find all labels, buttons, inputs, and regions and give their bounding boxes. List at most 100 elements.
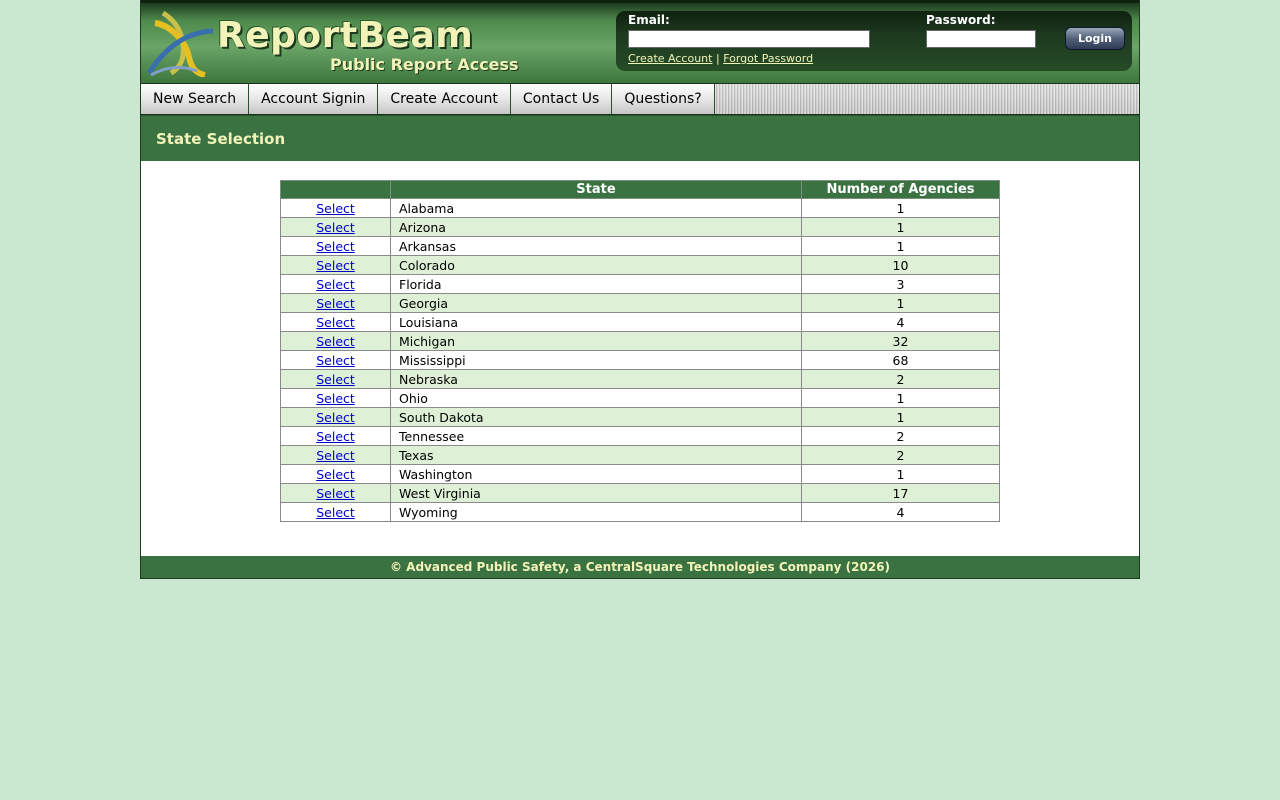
state-name-cell: Texas <box>390 445 802 465</box>
state-name-cell: Washington <box>390 464 802 484</box>
table-row: Select West Virginia 17 <box>280 483 1000 503</box>
content-area: State Number of Agencies Select Alabama 1 … <box>141 161 1139 556</box>
agency-count-cell: 32 <box>801 331 1000 351</box>
select-link[interactable]: Select <box>316 220 355 235</box>
agency-count-cell: 1 <box>801 293 1000 313</box>
main-nav: New Search Account Signin Create Account… <box>141 83 1139 115</box>
nav-item-account-signin[interactable]: Account Signin <box>249 84 379 114</box>
select-link[interactable]: Select <box>316 372 355 387</box>
select-link[interactable]: Select <box>316 315 355 330</box>
select-link[interactable]: Select <box>316 505 355 520</box>
select-link[interactable]: Select <box>316 486 355 501</box>
table-row: Select Arizona 1 <box>280 217 1000 237</box>
nav-item-contact-us[interactable]: Contact Us <box>510 84 613 114</box>
select-link[interactable]: Select <box>316 277 355 292</box>
forgot-password-link[interactable]: Forgot Password <box>723 52 813 65</box>
table-row: Select Washington 1 <box>280 464 1000 484</box>
login-panel: Email: Password: Login Create Account | … <box>616 11 1132 71</box>
table-row: Select Florida 3 <box>280 274 1000 294</box>
table-row: Select Texas 2 <box>280 445 1000 465</box>
agency-count-cell: 1 <box>801 217 1000 237</box>
copyright-text: © Advanced Public Safety, a CentralSquar… <box>389 560 891 574</box>
state-name-cell: Louisiana <box>390 312 802 332</box>
table-row: Select Arkansas 1 <box>280 236 1000 256</box>
brand-title: ReportBeam <box>217 15 474 56</box>
nav-item-questions[interactable]: Questions? <box>612 84 715 114</box>
table-row: Select Wyoming 4 <box>280 502 1000 522</box>
site-header: ReportBeam Public Report Access Email: P… <box>141 0 1139 83</box>
state-name-cell: Alabama <box>390 198 802 218</box>
state-name-cell: Tennessee <box>390 426 802 446</box>
agency-count-cell: 2 <box>801 426 1000 446</box>
table-row: Select Tennessee 2 <box>280 426 1000 446</box>
select-link[interactable]: Select <box>316 201 355 216</box>
table-row: Select Mississippi 68 <box>280 350 1000 370</box>
agency-count-cell: 1 <box>801 388 1000 408</box>
agency-count-cell: 3 <box>801 274 1000 294</box>
table-row: Select Georgia 1 <box>280 293 1000 313</box>
agency-count-cell: 1 <box>801 198 1000 218</box>
column-header-action <box>280 180 391 199</box>
select-link[interactable]: Select <box>316 410 355 425</box>
state-name-cell: South Dakota <box>390 407 802 427</box>
state-name-cell: Georgia <box>390 293 802 313</box>
state-name-cell: Florida <box>390 274 802 294</box>
state-name-cell: Arkansas <box>390 236 802 256</box>
state-name-cell: Ohio <box>390 388 802 408</box>
table-row: Select Michigan 32 <box>280 331 1000 351</box>
password-label: Password: <box>926 13 996 27</box>
link-separator: | <box>715 52 720 65</box>
login-button[interactable]: Login <box>1065 27 1125 50</box>
column-header-agencies: Number of Agencies <box>801 180 1000 199</box>
state-name-cell: Mississippi <box>390 350 802 370</box>
table-row: Select Nebraska 2 <box>280 369 1000 389</box>
select-link[interactable]: Select <box>316 296 355 311</box>
agency-count-cell: 4 <box>801 312 1000 332</box>
select-link[interactable]: Select <box>316 448 355 463</box>
select-link[interactable]: Select <box>316 353 355 368</box>
table-row: Select Alabama 1 <box>280 198 1000 218</box>
agency-count-cell: 68 <box>801 350 1000 370</box>
table-row: Select South Dakota 1 <box>280 407 1000 427</box>
select-link[interactable]: Select <box>316 239 355 254</box>
nav-item-new-search[interactable]: New Search <box>141 84 250 114</box>
select-link[interactable]: Select <box>316 429 355 444</box>
site-footer: © Advanced Public Safety, a CentralSquar… <box>141 556 1139 578</box>
select-link[interactable]: Select <box>316 467 355 482</box>
agency-count-cell: 4 <box>801 502 1000 522</box>
column-header-state: State <box>390 180 802 199</box>
state-name-cell: West Virginia <box>390 483 802 503</box>
agency-count-cell: 1 <box>801 407 1000 427</box>
title-band: State Selection <box>141 115 1139 161</box>
select-link[interactable]: Select <box>316 334 355 349</box>
table-row: Select Louisiana 4 <box>280 312 1000 332</box>
email-label: Email: <box>628 13 670 27</box>
state-name-cell: Michigan <box>390 331 802 351</box>
select-link[interactable]: Select <box>316 258 355 273</box>
email-input[interactable] <box>628 30 870 48</box>
state-name-cell: Arizona <box>390 217 802 237</box>
password-input[interactable] <box>926 30 1036 48</box>
select-link[interactable]: Select <box>316 391 355 406</box>
table-row: Select Colorado 10 <box>280 255 1000 275</box>
table-header-row: State Number of Agencies <box>280 180 1000 199</box>
agency-count-cell: 2 <box>801 445 1000 465</box>
nav-texture <box>679 84 1139 114</box>
page-title: State Selection <box>156 129 286 148</box>
reportbeam-logo-icon <box>146 10 214 77</box>
nav-item-create-account[interactable]: Create Account <box>378 84 511 114</box>
create-account-link[interactable]: Create Account <box>628 52 712 65</box>
agency-count-cell: 17 <box>801 483 1000 503</box>
state-name-cell: Nebraska <box>390 369 802 389</box>
agency-count-cell: 10 <box>801 255 1000 275</box>
state-name-cell: Wyoming <box>390 502 802 522</box>
agency-count-cell: 2 <box>801 369 1000 389</box>
brand-subtitle: Public Report Access <box>330 55 519 74</box>
login-links: Create Account | Forgot Password <box>628 52 813 65</box>
agency-count-cell: 1 <box>801 236 1000 256</box>
state-name-cell: Colorado <box>390 255 802 275</box>
table-row: Select Ohio 1 <box>280 388 1000 408</box>
page-container: ReportBeam Public Report Access Email: P… <box>140 0 1140 579</box>
agency-count-cell: 1 <box>801 464 1000 484</box>
state-table: State Number of Agencies Select Alabama 1 … <box>280 180 1000 522</box>
